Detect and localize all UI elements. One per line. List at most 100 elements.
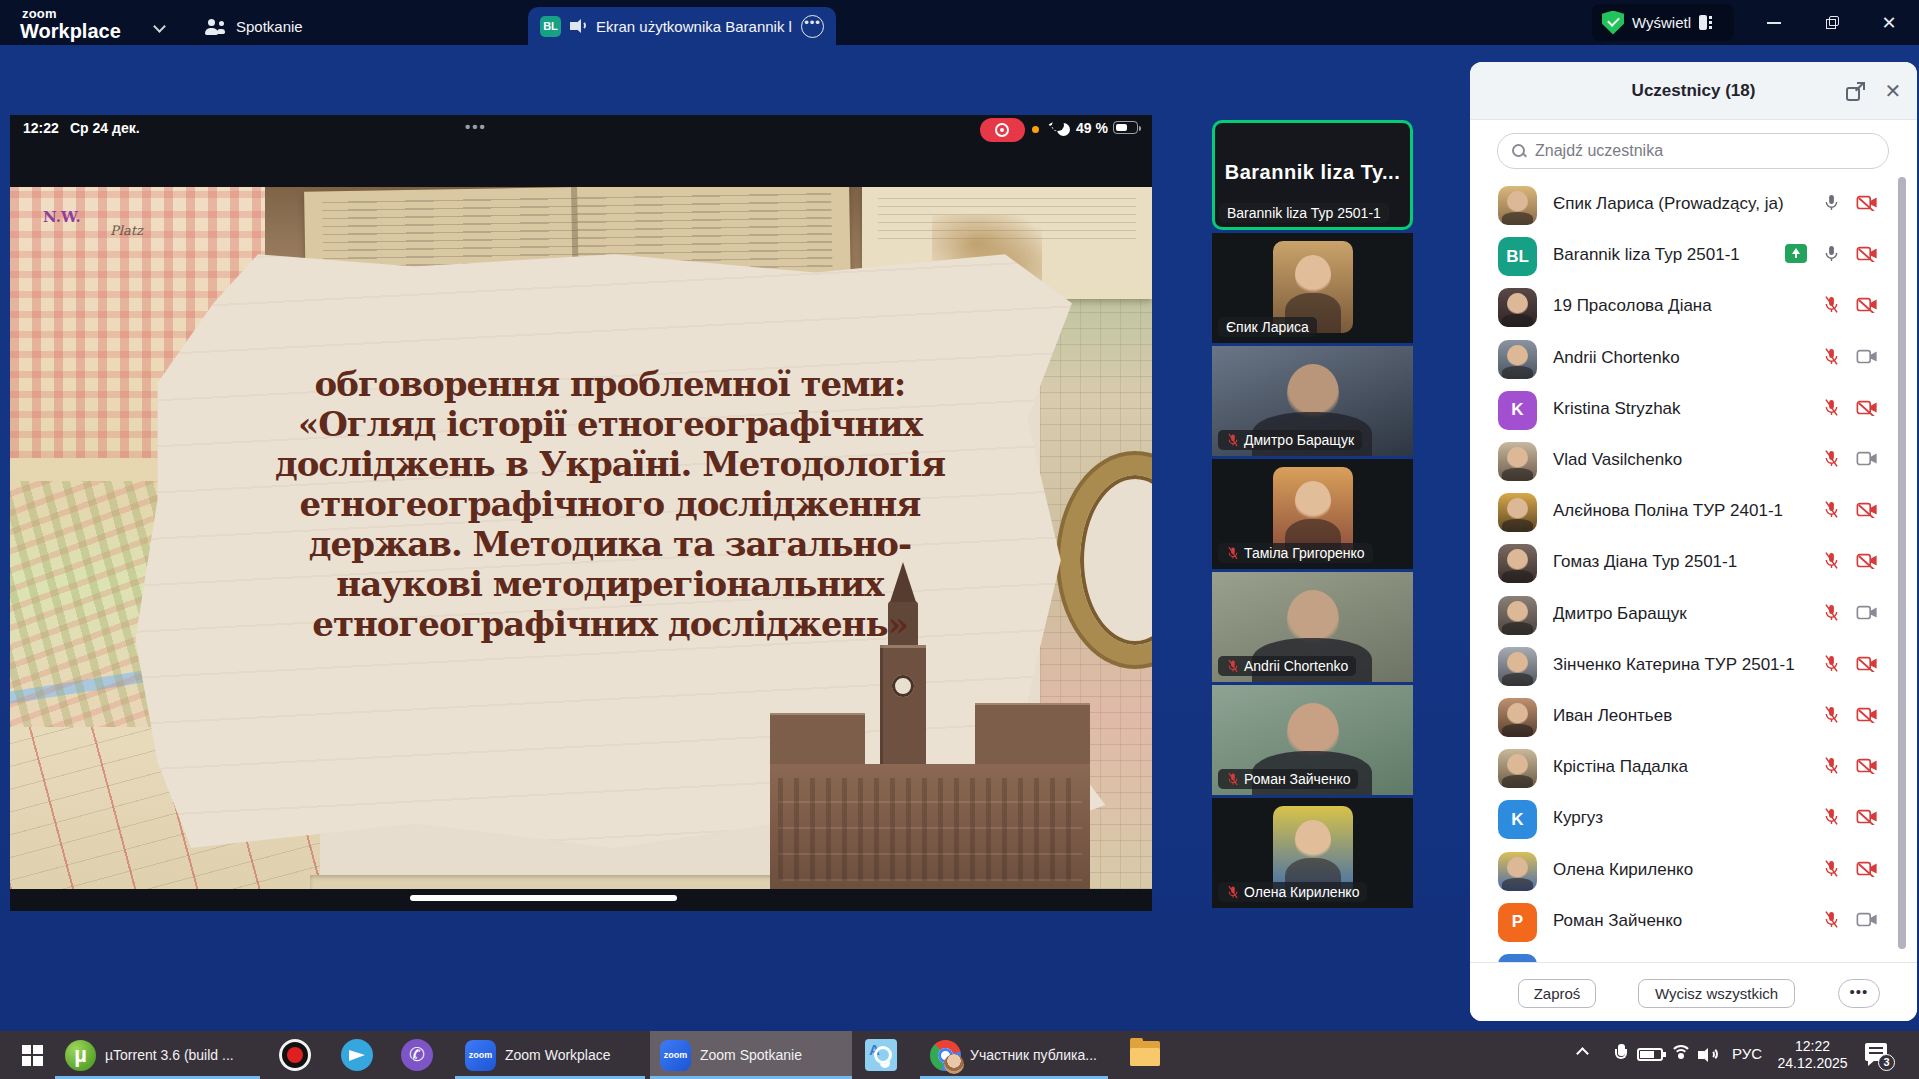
close-button[interactable]: ✕	[1866, 0, 1912, 45]
tray-language[interactable]: РУС	[1732, 1045, 1762, 1062]
camera-off-icon[interactable]	[1856, 655, 1878, 672]
zoom-spotkanie-label: Zoom Spotkanie	[700, 1047, 802, 1063]
camera-off-icon[interactable]	[1856, 706, 1878, 723]
taskbar-telegram-icon[interactable]	[341, 1039, 373, 1071]
camera-icon[interactable]	[1856, 348, 1878, 365]
taskbar-search-app-icon[interactable]	[865, 1039, 897, 1071]
participant-row[interactable]: 19 Прасолова Діана	[1470, 282, 1917, 333]
muted-mic-icon	[1226, 433, 1239, 448]
mic-muted-icon[interactable]	[1822, 756, 1841, 775]
video-tile-7[interactable]: Олена Кириленко	[1212, 798, 1413, 908]
mic-muted-icon[interactable]	[1822, 449, 1841, 468]
security-button[interactable]: Wyświetl	[1592, 4, 1734, 41]
camera-icon[interactable]	[1856, 450, 1878, 467]
panel-close-icon[interactable]: ✕	[1882, 80, 1904, 102]
tray-chevron-icon[interactable]	[1576, 1047, 1589, 1060]
mic-icon[interactable]	[1822, 244, 1841, 263]
participant-row[interactable]: Єпик Лариса (Prowadzący, ja)	[1470, 180, 1917, 231]
camera-off-icon[interactable]	[1856, 552, 1878, 569]
popout-icon[interactable]	[1845, 80, 1867, 102]
video-tile-6[interactable]: Роман Зайченко	[1212, 685, 1413, 795]
tray-volume-icon[interactable]	[1698, 1046, 1718, 1063]
camera-off-icon[interactable]	[1856, 399, 1878, 416]
camera-off-icon[interactable]	[1856, 501, 1878, 518]
participant-name: Зінченко Катерина ТУР 2501-1	[1553, 655, 1795, 675]
camera-off-icon[interactable]	[1856, 194, 1878, 211]
participant-row[interactable]: PРоман Зайченко	[1470, 897, 1917, 948]
taskbar-recorder-icon[interactable]	[279, 1039, 311, 1071]
participant-name: Крістіна Падалка	[1553, 757, 1688, 777]
camera-off-icon[interactable]	[1856, 757, 1878, 774]
video-tile-5[interactable]: Andrii Chortenko	[1212, 572, 1413, 682]
video-tile-2[interactable]: Єпик Лариса	[1212, 233, 1413, 343]
mic-icon[interactable]	[1822, 193, 1841, 212]
tab-spotkanie[interactable]: Spotkanie	[205, 8, 303, 45]
camera-icon[interactable]	[1856, 911, 1878, 928]
tray-mic-icon[interactable]	[1615, 1044, 1627, 1064]
mic-muted-icon[interactable]	[1822, 398, 1841, 417]
footer-more-button[interactable]: •••	[1838, 979, 1880, 1008]
tab-more-icon[interactable]: •••	[801, 15, 824, 38]
minimize-button[interactable]	[1751, 0, 1797, 45]
participant-row[interactable]: BLBarannik liza Typ 2501-1	[1470, 231, 1917, 282]
participant-row[interactable]: KKristina Stryzhak	[1470, 385, 1917, 436]
mic-muted-icon[interactable]	[1822, 500, 1841, 519]
participant-row[interactable]: Зінченко Катерина ТУР 2501-1	[1470, 641, 1917, 692]
mic-muted-icon[interactable]	[1822, 295, 1841, 314]
mic-muted-icon[interactable]	[1822, 859, 1841, 878]
participant-name: Иван Леонтьев	[1553, 706, 1672, 726]
participant-row[interactable]: Крістіна Падалка	[1470, 743, 1917, 794]
shared-screen: 12:22 Ср 24 дек. ••• 49 % N.W. Platz	[10, 115, 1152, 911]
camera-off-icon[interactable]	[1856, 860, 1878, 877]
participant-row[interactable]: Олена Кириленко	[1470, 846, 1917, 897]
camera-off-icon[interactable]	[1856, 808, 1878, 825]
chevron-down-icon[interactable]	[153, 20, 166, 33]
invite-button[interactable]: Zaproś	[1518, 979, 1596, 1008]
mute-all-button[interactable]: Wycisz wszystkich	[1638, 979, 1795, 1008]
view-button-label: Wyświetl	[1632, 14, 1691, 31]
taskbar-chrome[interactable]: Участник публика...	[920, 1031, 1108, 1079]
participant-row[interactable]: Иван Леонтьев	[1470, 692, 1917, 743]
mic-muted-icon[interactable]	[1822, 705, 1841, 724]
camera-icon[interactable]	[1856, 604, 1878, 621]
taskbar-explorer-icon[interactable]	[1130, 1041, 1162, 1067]
tray-clock[interactable]: 12:22 24.12.2025	[1770, 1038, 1855, 1072]
camera-off-icon[interactable]	[1856, 245, 1878, 262]
tab-screen-share[interactable]: BL Ekran użytkownika Barannik l •••	[528, 7, 836, 45]
participant-row[interactable]: Гомаз Діана Тур 2501-1	[1470, 538, 1917, 589]
tray-battery-icon[interactable]	[1637, 1048, 1663, 1061]
zoom-icon: zoom	[465, 1040, 496, 1071]
mic-muted-icon[interactable]	[1822, 551, 1841, 570]
notification-icon[interactable]: 3	[1865, 1043, 1891, 1067]
avatar: K	[1498, 391, 1537, 430]
mic-muted-icon[interactable]	[1822, 910, 1841, 929]
avatar: BL	[1498, 237, 1537, 276]
participant-row[interactable]: Алєйнова Поліна ТУР 2401-1	[1470, 487, 1917, 538]
participants-panel: Uczestnicy (18) ✕ Znajdź uczestnika Єпик…	[1470, 62, 1917, 1021]
participant-row[interactable]: Andrii Chortenko	[1470, 334, 1917, 385]
participant-name: Олена Кириленко	[1553, 860, 1693, 880]
mic-muted-icon[interactable]	[1822, 603, 1841, 622]
tray-wifi-icon[interactable]	[1670, 1045, 1692, 1063]
taskbar-viber-icon[interactable]	[401, 1039, 433, 1071]
taskbar-utorrent[interactable]: µTorrent 3.6 (build ...	[55, 1031, 260, 1079]
video-tile-1[interactable]: Barannik liza Ty...Barannik liza Typ 250…	[1212, 120, 1413, 230]
taskbar-zoom-spotkanie[interactable]: zoom Zoom Spotkanie	[650, 1031, 852, 1079]
scrollbar[interactable]	[1898, 177, 1906, 949]
slide-map-bottom-center	[310, 875, 780, 889]
maximize-button[interactable]	[1809, 0, 1855, 45]
avatar	[1498, 493, 1537, 532]
taskbar-zoom-workplace[interactable]: zoom Zoom Workplace	[455, 1031, 645, 1079]
participant-row[interactable]: KКургуз	[1470, 794, 1917, 845]
video-tile-3[interactable]: Дмитро Баращук	[1212, 346, 1413, 456]
participant-row[interactable]: Vlad Vasilchenko	[1470, 436, 1917, 487]
start-button[interactable]	[14, 1031, 50, 1079]
tab-spotkanie-label: Spotkanie	[236, 18, 303, 35]
mic-muted-icon[interactable]	[1822, 654, 1841, 673]
mic-muted-icon[interactable]	[1822, 347, 1841, 366]
search-input[interactable]: Znajdź uczestnika	[1497, 133, 1889, 169]
video-tile-4[interactable]: Таміла Григоренко	[1212, 459, 1413, 569]
camera-off-icon[interactable]	[1856, 296, 1878, 313]
participant-row[interactable]: Дмитро Баращук	[1470, 590, 1917, 641]
mic-muted-icon[interactable]	[1822, 807, 1841, 826]
